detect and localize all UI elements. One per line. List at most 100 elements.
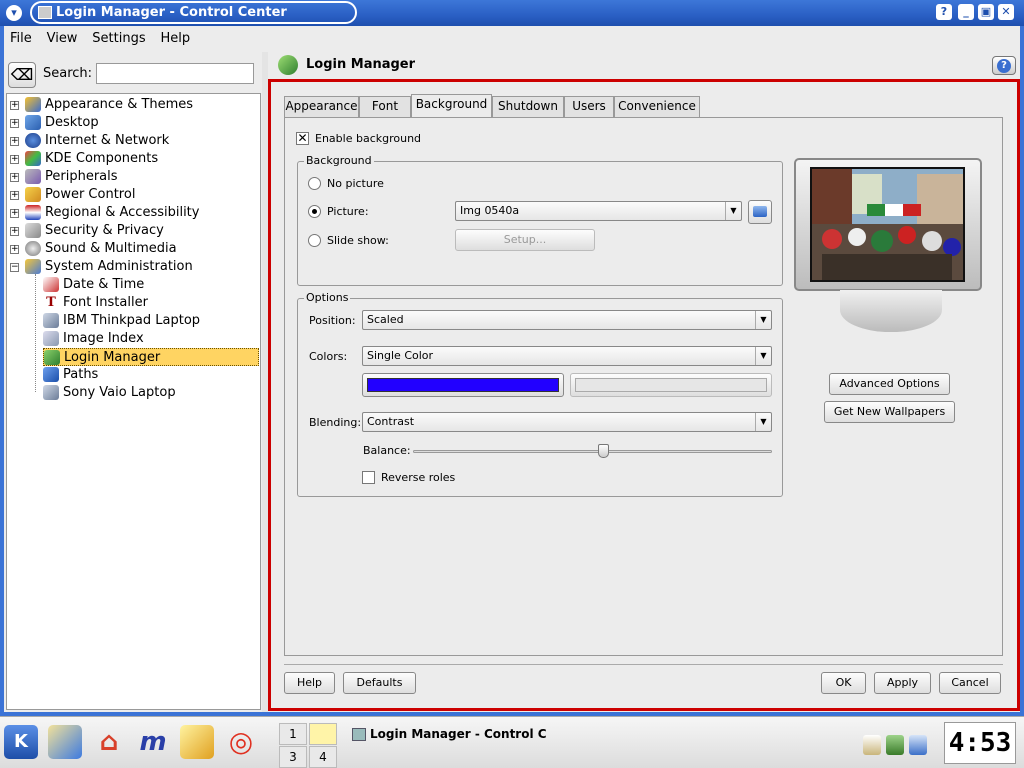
network-icon[interactable] <box>886 735 904 755</box>
expander-icon[interactable]: + <box>10 101 19 110</box>
expander-icon[interactable]: + <box>10 245 19 254</box>
maximize-icon[interactable]: ▣ <box>978 4 994 20</box>
task-label: Login Manager - Control Cen <box>370 727 546 741</box>
tree-item-date-time[interactable]: Date & Time <box>43 276 259 294</box>
tab-convenience[interactable]: Convenience <box>614 96 700 117</box>
expander-icon[interactable]: + <box>10 191 19 200</box>
cancel-button[interactable]: Cancel <box>939 672 1001 694</box>
wallpaper-preview-image <box>810 167 965 282</box>
tree-item-sony-vaio[interactable]: Sony Vaio Laptop <box>43 384 259 402</box>
expander-icon[interactable]: + <box>10 209 19 218</box>
primary-color-button[interactable] <box>362 373 564 397</box>
slide-show-radio[interactable] <box>308 234 321 247</box>
picture-radio[interactable] <box>308 205 321 218</box>
tree-item-appearance[interactable]: + Appearance & Themes <box>7 96 257 114</box>
close-icon[interactable]: ✕ <box>998 4 1014 20</box>
tree-item-system-administration[interactable]: − System Administration <box>7 258 257 276</box>
tree-item-regional[interactable]: + Regional & Accessibility <box>7 204 257 222</box>
tab-appearance[interactable]: Appearance <box>284 96 359 117</box>
balance-slider-handle[interactable] <box>598 444 610 458</box>
expander-icon[interactable]: + <box>10 173 19 182</box>
setup-button[interactable]: Setup... <box>455 229 595 251</box>
tree-item-font-installer[interactable]: T Font Installer <box>43 294 259 312</box>
menu-bar: File View Settings Help <box>4 27 1020 51</box>
defaults-button[interactable]: Defaults <box>343 672 416 694</box>
secondary-color-button[interactable] <box>570 373 772 397</box>
enable-background-checkbox[interactable]: ✕ <box>296 132 309 145</box>
tree-item-image-index[interactable]: Image Index <box>43 330 259 348</box>
no-picture-radio[interactable] <box>308 177 321 190</box>
desktop-3-button[interactable]: 3 <box>279 746 307 768</box>
blending-select[interactable]: Contrast ▼ <box>362 412 772 432</box>
klipper-icon[interactable] <box>863 735 881 755</box>
mandriva-icon[interactable]: m <box>136 725 170 759</box>
task-login-manager[interactable]: Login Manager - Control Cen <box>346 723 546 747</box>
advanced-options-button[interactable]: Advanced Options <box>829 373 950 395</box>
appearance-icon <box>25 97 41 112</box>
calendar-icon[interactable] <box>909 735 927 755</box>
tree-item-desktop[interactable]: + Desktop <box>7 114 257 132</box>
tree-item-peripherals[interactable]: + Peripherals <box>7 168 257 186</box>
tree-item-power[interactable]: + Power Control <box>7 186 257 204</box>
expander-icon[interactable]: + <box>10 119 19 128</box>
expander-icon[interactable]: + <box>10 155 19 164</box>
kwrite-icon[interactable] <box>180 725 214 759</box>
position-label: Position: <box>309 314 356 327</box>
minimize-icon[interactable]: _ <box>958 4 974 20</box>
tab-shutdown[interactable]: Shutdown <box>492 96 564 117</box>
home-icon[interactable]: ⌂ <box>92 725 126 759</box>
tree-item-label: Image Index <box>63 331 144 346</box>
colors-select-value: Single Color <box>367 349 434 362</box>
search-input[interactable] <box>96 63 254 84</box>
tab-font[interactable]: Font <box>359 96 411 117</box>
control-center-icon <box>38 6 52 19</box>
chevron-down-icon: ▼ <box>755 413 771 431</box>
tab-background[interactable]: Background <box>411 94 492 118</box>
apply-button[interactable]: Apply <box>874 672 931 694</box>
help-button[interactable]: Help <box>284 672 335 694</box>
menu-settings[interactable]: Settings <box>86 27 150 46</box>
expander-icon[interactable]: − <box>10 263 19 272</box>
browse-folder-button[interactable] <box>748 200 772 224</box>
menu-file[interactable]: File <box>4 27 37 46</box>
context-help-icon[interactable]: ? <box>936 4 952 20</box>
title-bar[interactable]: ▾ Login Manager - Control Center ? _ ▣ ✕ <box>0 0 1024 26</box>
clock[interactable]: 4:53 <box>944 722 1016 764</box>
desktop-2-button[interactable]: 2 <box>309 723 337 745</box>
search-row: ⌫ Search: <box>6 58 260 90</box>
module-help-icon[interactable]: ? <box>992 56 1016 75</box>
menu-help[interactable]: Help <box>154 27 195 46</box>
get-new-wallpapers-button[interactable]: Get New Wallpapers <box>824 401 955 423</box>
desktop-launcher-icon[interactable] <box>48 725 82 759</box>
ok-button[interactable]: OK <box>821 672 866 694</box>
tab-users[interactable]: Users <box>564 96 614 117</box>
expander-icon[interactable]: + <box>10 137 19 146</box>
reverse-roles-checkbox[interactable] <box>362 471 375 484</box>
tree-item-sound[interactable]: + Sound & Multimedia <box>7 240 257 258</box>
desktop-2-label: 2 <box>319 727 327 741</box>
kde-menu-icon[interactable]: K <box>4 725 38 759</box>
tree-item-login-manager[interactable]: Login Manager <box>43 348 259 366</box>
colors-select[interactable]: Single Color ▼ <box>362 346 772 366</box>
desktop-1-button[interactable]: 1 <box>279 723 307 745</box>
menu-view[interactable]: View <box>41 27 83 46</box>
balance-slider-track[interactable] <box>413 450 772 453</box>
tree-item-security[interactable]: + Security & Privacy <box>7 222 257 240</box>
tree-item-label: System Administration <box>45 259 193 274</box>
tree-item-internet[interactable]: + Internet & Network <box>7 132 257 150</box>
tree-item-label: Sony Vaio Laptop <box>63 385 176 400</box>
clear-search-icon[interactable]: ⌫ <box>8 62 36 88</box>
help-lifebuoy-icon[interactable]: ◎ <box>224 725 258 759</box>
tree-item-label: Desktop <box>45 115 99 130</box>
tree-item-paths[interactable]: Paths <box>43 366 259 384</box>
window-menu-icon[interactable]: ▾ <box>6 5 22 21</box>
tree-item-kde-components[interactable]: + KDE Components <box>7 150 257 168</box>
module-tree[interactable]: + Appearance & Themes + Desktop + Intern… <box>6 93 261 710</box>
position-select[interactable]: Scaled ▼ <box>362 310 772 330</box>
tree-item-ibm-thinkpad[interactable]: IBM Thinkpad Laptop <box>43 312 259 330</box>
picture-select[interactable]: Img 0540a ▼ <box>455 201 742 221</box>
laptop-icon <box>43 313 59 328</box>
expander-icon[interactable]: + <box>10 227 19 236</box>
monitor-preview <box>794 158 982 291</box>
desktop-4-button[interactable]: 4 <box>309 746 337 768</box>
